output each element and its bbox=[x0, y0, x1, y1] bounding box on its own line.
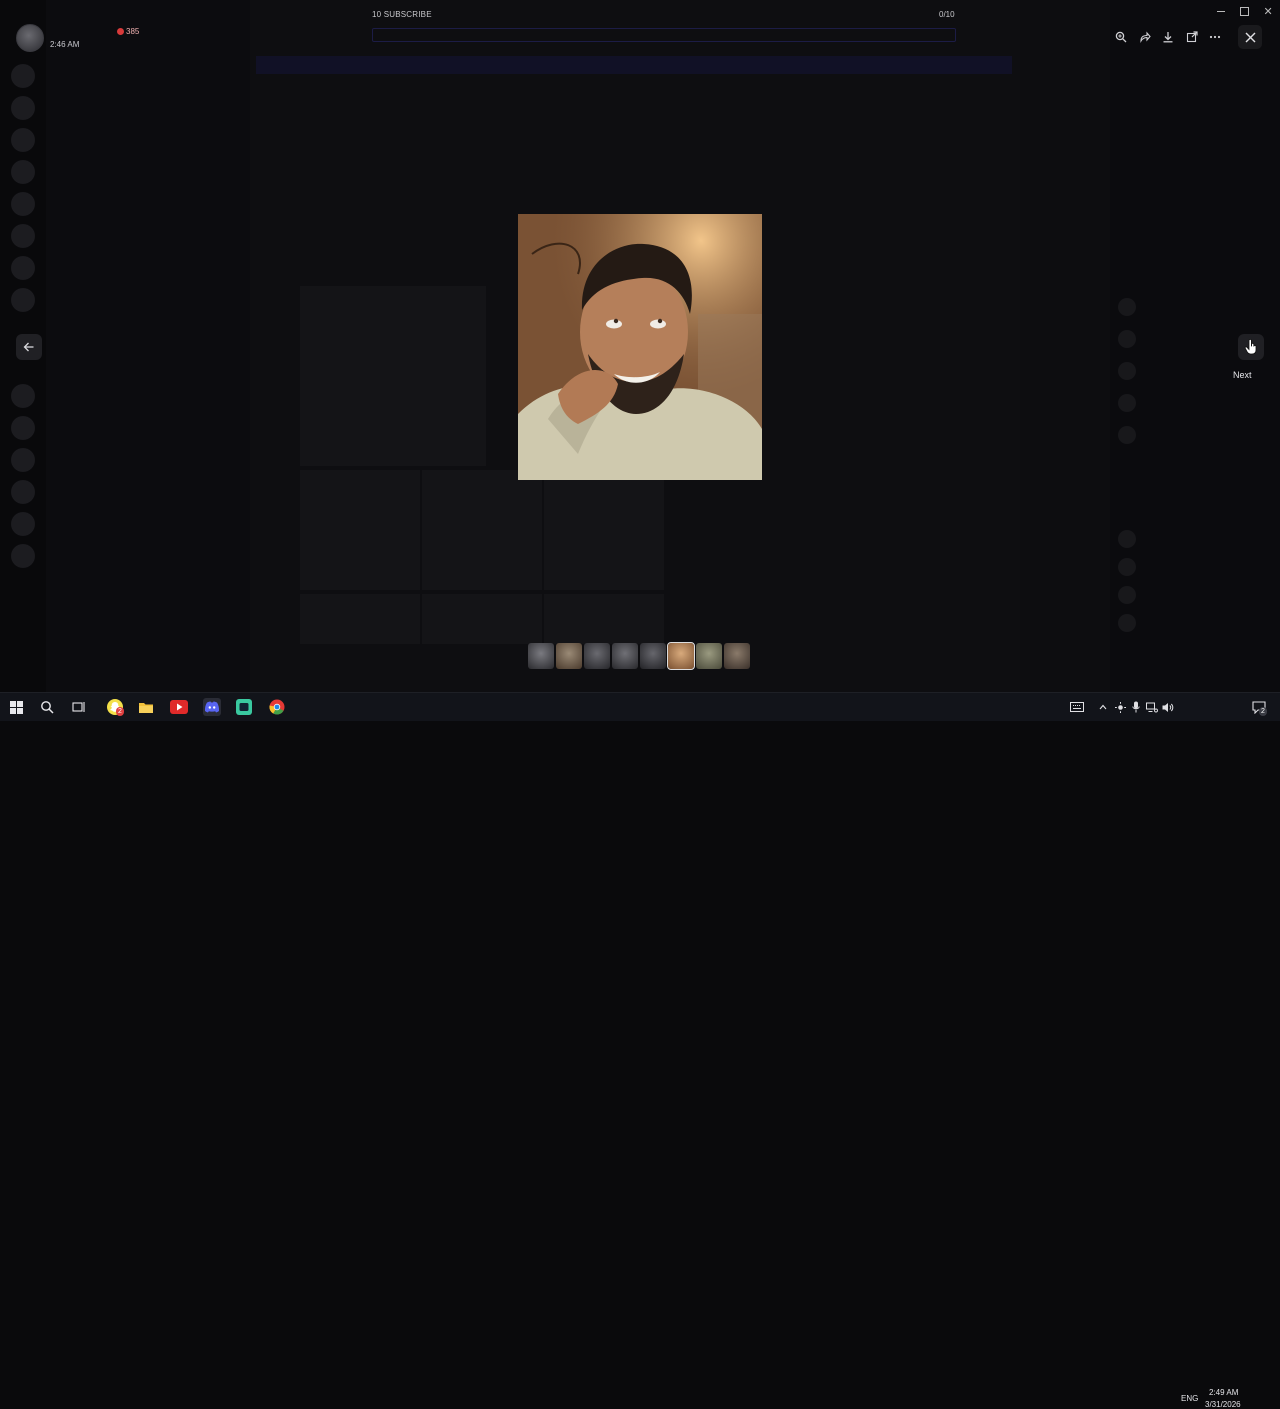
next-image-button[interactable] bbox=[1238, 334, 1264, 360]
taskbar: 2 ENG 2:49 AM 3/31/2026 2 bbox=[0, 692, 1280, 1409]
thumbnail[interactable] bbox=[640, 643, 666, 669]
server-icon bbox=[11, 288, 35, 312]
keyboard-layout-icon[interactable] bbox=[1068, 698, 1086, 716]
member-avatar bbox=[1118, 614, 1136, 632]
blurred-image bbox=[300, 470, 420, 590]
server-icon bbox=[11, 384, 35, 408]
thumbnail[interactable] bbox=[528, 643, 554, 669]
member-avatar bbox=[1118, 530, 1136, 548]
server-icon bbox=[11, 256, 35, 280]
window-close-icon[interactable]: ✕ bbox=[1263, 5, 1272, 18]
displayed-photo bbox=[518, 214, 762, 480]
thumbnail[interactable] bbox=[584, 643, 610, 669]
server-icon bbox=[11, 64, 35, 88]
more-icon[interactable] bbox=[1206, 28, 1224, 46]
microphone-icon[interactable] bbox=[1129, 698, 1143, 716]
download-icon[interactable] bbox=[1159, 28, 1177, 46]
clock-time[interactable]: 2:49 AM bbox=[1209, 1388, 1238, 1397]
notice-banner bbox=[256, 56, 1012, 74]
subscribe-goal-counter: 0/10 bbox=[939, 10, 955, 19]
notification-count: 2 bbox=[1259, 707, 1267, 716]
open-external-icon[interactable] bbox=[1183, 28, 1201, 46]
network-icon[interactable] bbox=[1145, 698, 1159, 716]
live-dot-icon bbox=[117, 28, 124, 35]
arrow-left-icon bbox=[23, 342, 34, 352]
close-icon bbox=[1245, 32, 1255, 42]
stream-progress-outline bbox=[372, 28, 956, 42]
youtube-app-icon[interactable] bbox=[170, 698, 188, 716]
blurred-image bbox=[422, 470, 542, 590]
windows-start-icon[interactable] bbox=[7, 698, 25, 716]
volume-icon[interactable] bbox=[1161, 698, 1175, 716]
chrome-icon[interactable] bbox=[268, 698, 286, 716]
thumbnail[interactable] bbox=[696, 643, 722, 669]
member-avatar bbox=[1118, 558, 1136, 576]
thumbnail[interactable] bbox=[612, 643, 638, 669]
member-avatar bbox=[1118, 330, 1136, 348]
thumbnail[interactable] bbox=[556, 643, 582, 669]
server-icon bbox=[11, 128, 35, 152]
language-indicator[interactable]: ENG bbox=[1181, 1394, 1198, 1403]
zoom-in-icon[interactable] bbox=[1112, 28, 1130, 46]
thumbnail-strip bbox=[528, 642, 750, 670]
member-avatar bbox=[1118, 586, 1136, 604]
close-viewer-button[interactable] bbox=[1238, 25, 1262, 49]
thumbnail-active[interactable] bbox=[667, 642, 695, 670]
previous-image-button[interactable] bbox=[16, 334, 42, 360]
show-hidden-icons[interactable] bbox=[1097, 698, 1109, 716]
blurred-image bbox=[300, 594, 420, 644]
server-icon bbox=[11, 192, 35, 216]
thumbnail[interactable] bbox=[724, 643, 750, 669]
server-icon bbox=[11, 416, 35, 440]
brightness-icon[interactable] bbox=[1113, 698, 1127, 716]
live-count: 385 bbox=[126, 27, 140, 36]
member-avatar bbox=[1118, 394, 1136, 412]
member-avatar bbox=[1118, 426, 1136, 444]
hand-cursor-icon bbox=[1244, 339, 1257, 355]
subscribe-goal-text: 10 SUBSCRIBE bbox=[372, 10, 432, 19]
member-avatar bbox=[1118, 362, 1136, 380]
member-avatar bbox=[1118, 298, 1136, 316]
server-icon bbox=[11, 512, 35, 536]
blurred-image bbox=[544, 470, 664, 590]
server-icon bbox=[11, 448, 35, 472]
forward-icon[interactable] bbox=[1136, 28, 1154, 46]
blurred-image bbox=[544, 594, 664, 644]
window-controls: ✕ bbox=[1210, 0, 1280, 22]
server-icon bbox=[11, 224, 35, 248]
image-viewer-toolbar bbox=[1108, 26, 1228, 48]
search-icon[interactable] bbox=[38, 698, 56, 716]
next-tooltip: Next bbox=[1233, 370, 1252, 380]
minimize-icon[interactable] bbox=[1217, 10, 1226, 12]
notification-center-icon[interactable]: 2 bbox=[1250, 698, 1268, 716]
teal-app-icon[interactable] bbox=[235, 698, 253, 716]
streamer-avatar bbox=[16, 24, 44, 52]
discord-app-icon[interactable] bbox=[203, 698, 221, 716]
server-icon bbox=[11, 480, 35, 504]
task-view-icon[interactable] bbox=[70, 698, 88, 716]
server-icon bbox=[11, 544, 35, 568]
maximize-icon[interactable] bbox=[1239, 6, 1249, 16]
snapchat-app-icon[interactable]: 2 bbox=[106, 698, 124, 716]
clock-date[interactable]: 3/31/2026 bbox=[1205, 1400, 1241, 1409]
server-icon bbox=[11, 160, 35, 184]
server-icon bbox=[11, 96, 35, 120]
portrait-illustration bbox=[518, 214, 762, 480]
live-viewers-badge: 385 bbox=[117, 27, 139, 36]
overlay-time: 2:46 AM bbox=[50, 40, 80, 49]
blurred-image bbox=[422, 594, 542, 644]
taskbar-badge: 2 bbox=[116, 707, 124, 716]
file-explorer-icon[interactable] bbox=[137, 698, 155, 716]
channel-list bbox=[46, 0, 250, 692]
blurred-image bbox=[300, 286, 486, 466]
